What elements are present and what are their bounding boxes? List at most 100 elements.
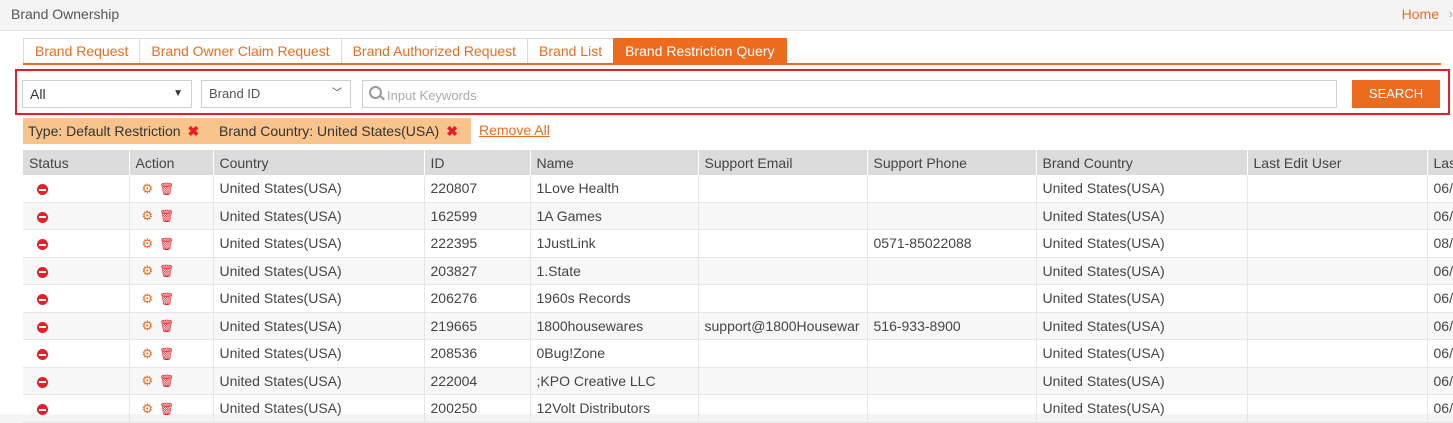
phone-cell (867, 175, 1037, 203)
no-entry-icon (37, 376, 48, 388)
gear-icon[interactable]: ⚙ (142, 346, 154, 361)
search-button[interactable]: SEARCH (1352, 80, 1440, 108)
col-name[interactable]: Name (530, 150, 699, 175)
gear-icon[interactable]: ⚙ (142, 181, 154, 196)
keyword-field[interactable] (362, 80, 1337, 108)
status-cell (23, 394, 130, 423)
trash-icon[interactable]: 🗑 (159, 237, 174, 251)
table-header-row: Status Action Country ID Name Support Em… (23, 150, 1453, 175)
table-row: ⚙ 🗑 United States(USA) 222395 1JustLink 0571-… (23, 229, 1453, 258)
no-entry-icon (37, 321, 48, 333)
remove-all-link[interactable]: Remove All (479, 122, 550, 138)
email-cell (698, 339, 868, 368)
last-edit-cell: 06/ (1427, 202, 1453, 230)
email-cell (698, 202, 868, 230)
gear-icon[interactable]: ⚙ (142, 236, 154, 251)
col-brand-country[interactable]: Brand Country (1036, 150, 1248, 175)
email-cell (698, 229, 868, 258)
brand-country-cell: United States(USA) (1036, 367, 1248, 395)
brand-country-cell: United States(USA) (1036, 339, 1248, 368)
no-entry-icon (37, 266, 48, 278)
action-cell: ⚙ 🗑 (129, 284, 214, 313)
tab-brand-request[interactable]: Brand Request (23, 38, 140, 65)
tab-brand-authorized-request[interactable]: Brand Authorized Request (340, 38, 528, 65)
status-cell (23, 202, 130, 230)
trash-icon[interactable]: 🗑 (159, 374, 174, 388)
filter-chip-type: Type: Default Restriction ✖ (23, 118, 215, 144)
action-cell: ⚙ 🗑 (129, 312, 214, 340)
name-cell: ;KPO Creative LLC (530, 367, 699, 395)
email-cell (698, 367, 868, 395)
country-cell: United States(USA) (213, 394, 425, 423)
tab-brand-list[interactable]: Brand List (527, 38, 614, 65)
last-edit-user-cell (1247, 284, 1428, 313)
last-edit-user-cell (1247, 312, 1428, 340)
col-last-edit-user[interactable]: Last Edit User (1247, 150, 1428, 175)
last-edit-user-cell (1247, 339, 1428, 368)
name-cell: 1JustLink (530, 229, 699, 258)
gear-icon[interactable]: ⚙ (142, 263, 154, 278)
tab-brand-owner-claim-request[interactable]: Brand Owner Claim Request (139, 38, 341, 65)
status-cell (23, 175, 130, 203)
action-cell: ⚙ 🗑 (129, 394, 214, 423)
trash-icon[interactable]: 🗑 (159, 347, 174, 361)
last-edit-user-cell (1247, 367, 1428, 395)
status-cell (23, 257, 130, 285)
col-support-email[interactable]: Support Email (698, 150, 868, 175)
email-cell[interactable]: support@1800Housewar (698, 312, 868, 340)
email-cell (698, 394, 868, 423)
country-cell: United States(USA) (213, 257, 425, 285)
country-cell: United States(USA) (213, 284, 425, 313)
email-cell (698, 284, 868, 313)
table-row: ⚙ 🗑 United States(USA) 162599 1A Games United… (23, 202, 1453, 230)
name-cell: 0Bug!Zone (530, 339, 699, 368)
phone-cell (867, 202, 1037, 230)
search-input[interactable] (385, 83, 1329, 107)
tab-brand-restriction-query[interactable]: Brand Restriction Query (613, 38, 787, 65)
phone-cell (867, 339, 1037, 368)
col-status[interactable]: Status (23, 150, 130, 175)
close-icon[interactable]: ✖ (188, 123, 200, 139)
gear-icon[interactable]: ⚙ (142, 291, 154, 306)
col-country[interactable]: Country (213, 150, 425, 175)
col-id[interactable]: ID (424, 150, 531, 175)
trash-icon[interactable]: 🗑 (159, 209, 174, 223)
name-cell: 1A Games (530, 202, 699, 230)
last-edit-cell: 06/ (1427, 312, 1453, 340)
country-cell: United States(USA) (213, 339, 425, 368)
trash-icon[interactable]: 🗑 (159, 264, 174, 278)
id-cell: 219665 (424, 312, 531, 340)
id-cell: 203827 (424, 257, 531, 285)
home-link[interactable]: Home (1402, 6, 1439, 22)
id-cell: 162599 (424, 202, 531, 230)
trash-icon[interactable]: 🗑 (159, 319, 174, 333)
col-action[interactable]: Action (129, 150, 214, 175)
action-cell: ⚙ 🗑 (129, 175, 214, 203)
id-cell: 222395 (424, 229, 531, 258)
gear-icon[interactable]: ⚙ (142, 318, 154, 333)
close-icon[interactable]: ✖ (446, 123, 458, 139)
type-select-value: All (30, 86, 46, 102)
table-row: ⚙ 🗑 United States(USA) 208536 0Bug!Zone Unite… (23, 339, 1453, 368)
brand-country-cell: United States(USA) (1036, 284, 1248, 313)
action-cell: ⚙ 🗑 (129, 367, 214, 395)
col-support-phone[interactable]: Support Phone (867, 150, 1037, 175)
status-cell (23, 339, 130, 368)
filter-chip-brand-country: Brand Country: United States(USA) ✖ (214, 118, 471, 144)
gear-icon[interactable]: ⚙ (142, 208, 154, 223)
email-cell (698, 175, 868, 203)
field-select[interactable]: Brand ID ﹀ (201, 80, 351, 108)
brand-country-cell: United States(USA) (1036, 175, 1248, 203)
status-cell (23, 284, 130, 313)
trash-icon[interactable]: 🗑 (159, 182, 174, 196)
last-edit-user-cell (1247, 229, 1428, 258)
no-entry-icon (37, 239, 48, 251)
gear-icon[interactable]: ⚙ (142, 373, 154, 388)
no-entry-icon (37, 211, 48, 223)
type-select[interactable]: All ▼ (22, 80, 192, 108)
col-last-edit-time[interactable]: Las (1427, 150, 1453, 175)
last-edit-user-cell (1247, 202, 1428, 230)
trash-icon[interactable]: 🗑 (159, 292, 174, 306)
name-cell: 1.State (530, 257, 699, 285)
field-select-value: Brand ID (209, 86, 261, 101)
